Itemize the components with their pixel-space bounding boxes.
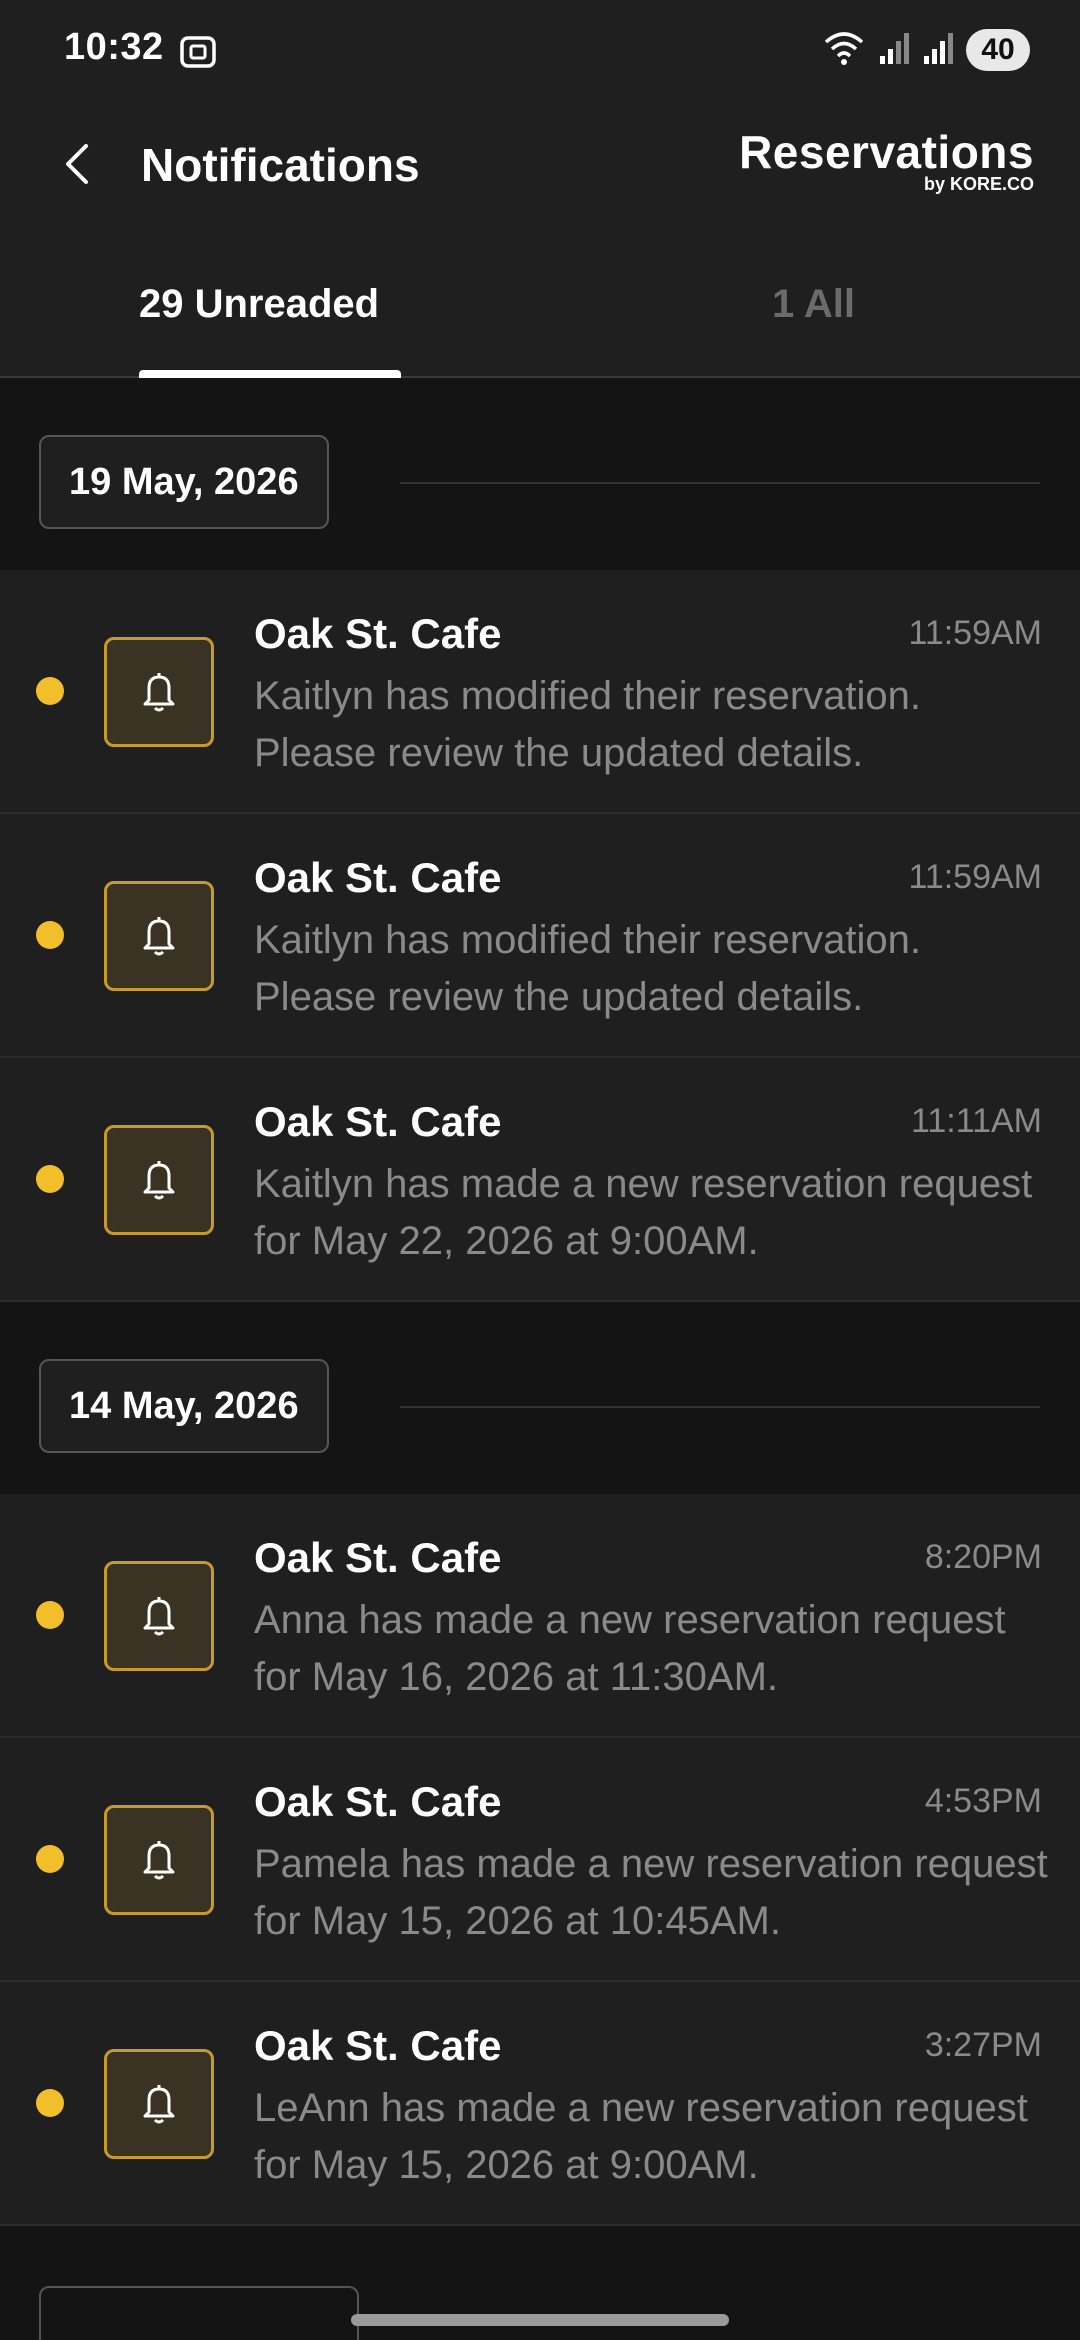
notification-item[interactable]: Oak St. Cafe 11:11AM Kaitlyn has made a … — [0, 1058, 1080, 1302]
notification-time: 11:59AM — [908, 614, 1042, 652]
unread-dot — [36, 2089, 64, 2117]
status-bar: 10:32 40 — [0, 0, 1080, 100]
notification-item[interactable]: Oak St. Cafe 8:20PM Anna has made a new … — [0, 1494, 1080, 1738]
date-divider — [400, 1406, 1040, 1408]
screenshot-icon — [178, 32, 218, 72]
home-indicator[interactable] — [351, 2314, 729, 2326]
notification-body: Anna has made a new reservation request … — [254, 1598, 1006, 1699]
notification-time: 4:53PM — [924, 1782, 1042, 1820]
tab-bar: 29 Unreaded 1 All — [0, 230, 1080, 378]
notification-title: Oak St. Cafe — [254, 1098, 502, 1145]
notification-title: Oak St. Cafe — [254, 854, 502, 901]
notification-time: 11:59AM — [908, 858, 1042, 896]
app-logo: Reservations by KORE.CO — [739, 128, 1034, 194]
signal-icon-2 — [922, 30, 954, 71]
app-bar: Notifications Reservations by KORE.CO — [0, 100, 1080, 230]
notification-item[interactable]: Oak St. Cafe 4:53PM Pamela has made a ne… — [0, 1738, 1080, 1982]
battery-indicator: 40 — [966, 29, 1030, 71]
date-header: 19 May, 2026 — [0, 380, 1080, 570]
status-time: 10:32 — [64, 26, 164, 68]
signal-icon-1 — [878, 30, 910, 71]
date-chip: 19 May, 2026 — [39, 435, 329, 529]
notification-time: 8:20PM — [924, 1538, 1042, 1576]
notification-body: Kaitlyn has modified their reservation. … — [254, 674, 921, 775]
bell-icon — [104, 1805, 214, 1915]
notification-item[interactable]: Oak St. Cafe 3:27PM LeAnn has made a new… — [0, 1982, 1080, 2226]
notification-title: Oak St. Cafe — [254, 1534, 502, 1581]
notification-title: Oak St. Cafe — [254, 1778, 502, 1825]
active-tab-indicator — [139, 370, 401, 378]
notification-body: Kaitlyn has made a new reservation reque… — [254, 1162, 1033, 1263]
wifi-icon — [822, 28, 866, 73]
date-chip: 14 May, 2026 — [39, 1359, 329, 1453]
back-arrow-icon — [66, 144, 88, 184]
unread-dot — [36, 1165, 64, 1193]
bell-icon — [104, 1561, 214, 1671]
notification-title: Oak St. Cafe — [254, 2022, 502, 2069]
unread-dot — [36, 677, 64, 705]
page-title: Notifications — [141, 139, 420, 191]
notification-body: Pamela has made a new reservation reques… — [254, 1842, 1048, 1943]
unread-dot — [36, 921, 64, 949]
next-date-chip-partial — [39, 2286, 359, 2340]
notification-item[interactable]: Oak St. Cafe 11:59AM Kaitlyn has modifie… — [0, 814, 1080, 1058]
date-header: 14 May, 2026 — [0, 1304, 1080, 1494]
notification-time: 3:27PM — [924, 2026, 1042, 2064]
notification-body: Kaitlyn has modified their reservation. … — [254, 918, 921, 1019]
tab-unread[interactable]: 29 Unreaded — [139, 282, 379, 327]
bell-icon — [104, 2049, 214, 2159]
bell-icon — [104, 881, 214, 991]
unread-dot — [36, 1845, 64, 1873]
notification-body: LeAnn has made a new reservation request… — [254, 2086, 1028, 2187]
tab-all[interactable]: 1 All — [772, 282, 855, 327]
status-indicators: 40 — [822, 26, 1030, 74]
back-button[interactable] — [48, 134, 108, 194]
bell-icon — [104, 1125, 214, 1235]
logo-main-text: Reservations — [739, 126, 1034, 178]
unread-dot — [36, 1601, 64, 1629]
notification-time: 11:11AM — [910, 1102, 1042, 1140]
date-divider — [400, 482, 1040, 484]
notification-item[interactable]: Oak St. Cafe 11:59AM Kaitlyn has modifie… — [0, 570, 1080, 814]
bell-icon — [104, 637, 214, 747]
notification-title: Oak St. Cafe — [254, 610, 502, 657]
